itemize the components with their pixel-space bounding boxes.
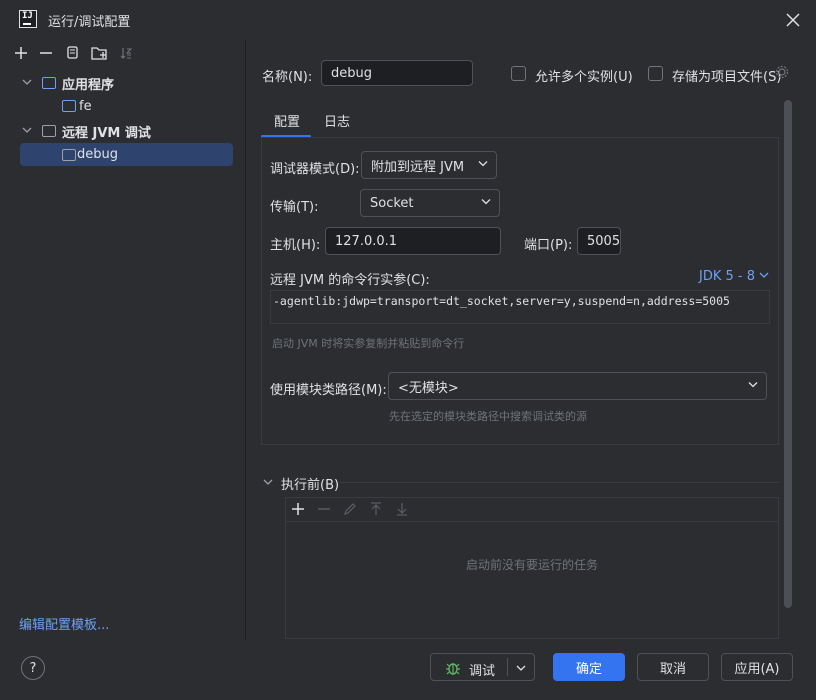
host-label: 主机(H): [270,238,321,253]
edit-templates-link[interactable]: 编辑配置模板... [19,614,109,633]
chevron-down-icon [759,269,769,284]
close-icon[interactable] [782,9,804,31]
remove-icon[interactable] [37,44,55,62]
window-title: 运行/调试配置 [48,15,131,30]
cmd-args-hint: 启动 JVM 时将实参复制并粘贴到命令行 [272,337,465,350]
chevron-down-icon [478,158,488,173]
cancel-button[interactable]: 取消 [637,653,709,681]
vertical-scrollbar[interactable] [784,100,792,608]
tab-logs[interactable]: 日志 [324,111,350,130]
debugger-mode-value: 附加到远程 JVM [371,159,465,175]
tree-item-remote-jvm-debug[interactable]: 远程 JVM 调试 [20,120,233,142]
tab-config[interactable]: 配置 [274,111,300,130]
store-as-project-label: 存储为项目文件(S) [672,70,782,85]
debug-button-label: 调试 [469,664,496,679]
before-launch-label[interactable]: 执行前(B) [281,474,339,493]
gear-icon[interactable] [775,65,789,83]
debugger-mode-select[interactable]: 附加到远程 JVM [361,151,497,179]
jdk-version-select[interactable]: JDK 5 - 8 [699,269,769,284]
jdk-version-value: JDK 5 - 8 [699,269,755,284]
tree-item-debug[interactable]: debug [20,143,233,166]
copy-icon[interactable] [63,44,81,62]
empty-tasks-message: 启动前没有要运行的任务 [465,558,598,572]
application-config-icon [42,77,56,89]
transport-select[interactable]: Socket [360,189,500,217]
port-input[interactable]: 5005 [577,227,621,255]
add-icon[interactable] [291,502,305,520]
cmd-args-field[interactable]: -agentlib:jdwp=transport=dt_socket,serve… [270,290,770,324]
transport-label: 传输(T): [270,200,319,215]
tree-item-label: debug [77,147,118,162]
section-divider [340,482,779,483]
tree-item-label: fe [79,98,92,114]
add-icon[interactable] [12,44,30,62]
tree-item-fe[interactable]: fe [20,95,233,117]
apply-button[interactable]: 应用(A) [721,653,793,681]
transport-value: Socket [370,195,414,211]
app-logo-icon: IJ [19,10,37,28]
port-label: 端口(P): [524,238,573,253]
chevron-down-icon[interactable] [263,476,273,491]
allow-multiple-checkbox[interactable] [511,66,526,81]
chevron-down-icon [481,196,491,211]
host-input[interactable]: 127.0.0.1 [325,227,501,255]
module-select[interactable]: <无模块> [388,372,767,400]
ok-button[interactable]: 确定 [553,653,625,681]
module-value: <无模块> [398,380,459,396]
cmd-args-label: 远程 JVM 的命令行实参(C): [270,273,430,288]
chevron-down-icon [748,379,758,394]
split-divider [507,658,508,676]
name-label: 名称(N): [262,70,313,85]
store-as-project-checkbox[interactable] [648,66,663,81]
debugger-mode-label: 调试器模式(D): [270,162,360,177]
move-down-icon[interactable] [395,502,409,520]
tree-item-label: 应用程序 [62,77,115,93]
move-up-icon[interactable] [369,502,383,520]
toolbar-divider [286,521,778,522]
bug-icon [445,660,461,680]
chevron-down-icon[interactable] [22,77,38,90]
allow-multiple-label: 允许多个实例(U) [535,70,633,85]
new-folder-icon[interactable] [90,44,108,62]
tree-item-applications[interactable]: 应用程序 [20,72,233,94]
remote-debug-config-icon [42,125,56,137]
remove-icon[interactable] [317,502,331,520]
sort-icon[interactable] [117,44,135,62]
edit-icon[interactable] [343,502,357,520]
application-config-icon [62,100,76,112]
debug-button[interactable]: 调试 [430,653,535,681]
chevron-down-icon[interactable] [22,125,38,138]
chevron-down-icon[interactable] [516,662,526,677]
module-label: 使用模块类路径(M): [270,383,387,398]
help-button[interactable]: ? [21,656,45,680]
tree-item-label: 远程 JVM 调试 [62,125,151,141]
remote-debug-config-icon [62,148,76,161]
module-hint: 先在选定的模块类路径中搜索调试类的源 [389,410,587,423]
name-input[interactable]: debug [321,60,473,86]
